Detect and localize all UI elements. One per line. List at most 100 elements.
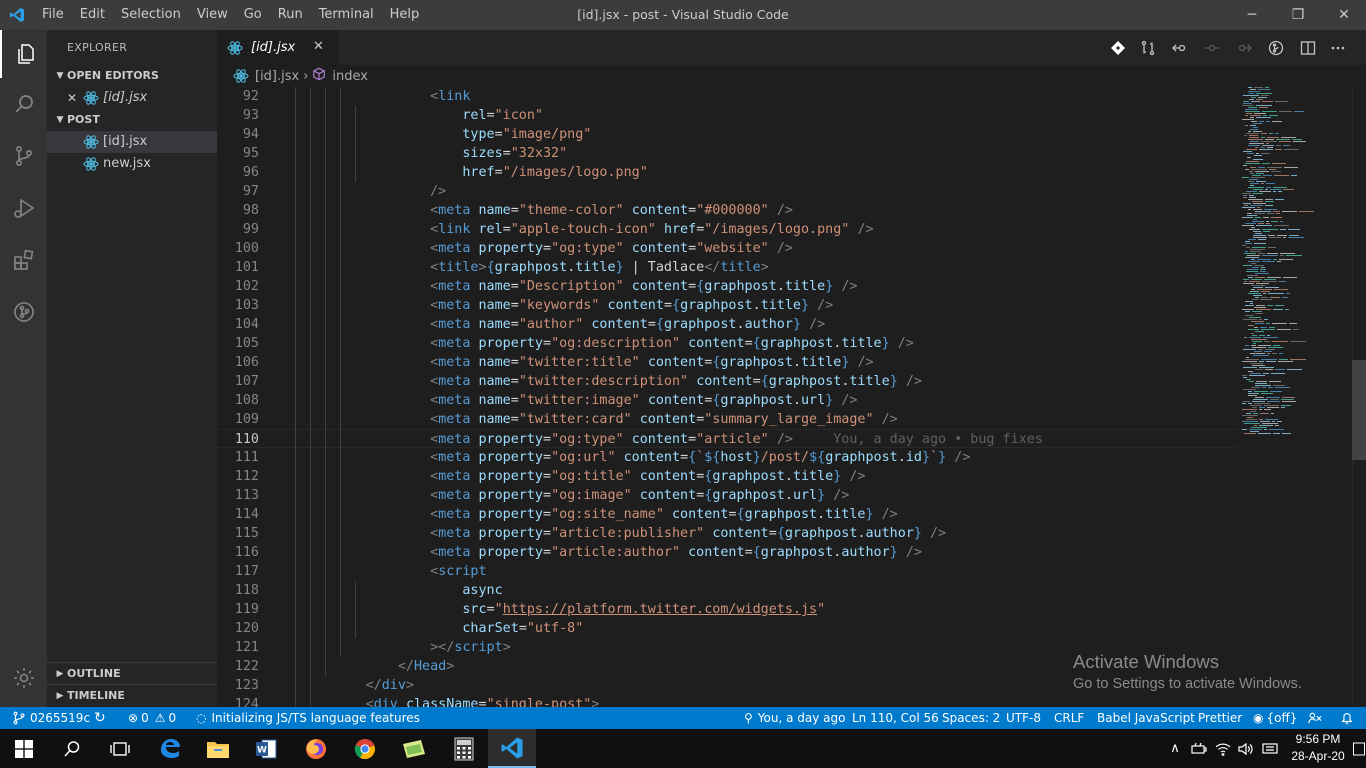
code-line[interactable]: 103 <meta name="keywords" content={graph… xyxy=(217,296,1237,315)
code-line[interactable]: 92 <link xyxy=(217,87,1237,106)
code-line[interactable]: 124 <div className="single-post"> xyxy=(217,695,1237,707)
code-line[interactable]: 112 <meta property="og:title" content={g… xyxy=(217,467,1237,486)
notifications-icon[interactable] xyxy=(1352,729,1366,768)
power-battery-icon[interactable] xyxy=(1188,729,1210,768)
code-line[interactable]: 99 <link rel="apple-touch-icon" href="/i… xyxy=(217,220,1237,239)
code-line[interactable]: 111 <meta property="og:url" content={`${… xyxy=(217,448,1237,467)
branch-status[interactable]: 0265519c xyxy=(12,707,90,729)
firefox-icon[interactable] xyxy=(292,729,340,768)
menu-help[interactable]: Help xyxy=(382,0,428,30)
code-line[interactable]: 98 <meta name="theme-color" content="#00… xyxy=(217,201,1237,220)
next-revision-icon[interactable] xyxy=(1235,39,1253,57)
code-line[interactable]: 101 <title>{graphpost.title} | Tadlace</… xyxy=(217,258,1237,277)
previous-revision-icon[interactable] xyxy=(1171,39,1189,57)
breadcrumb-file[interactable]: [id].jsx xyxy=(255,69,299,84)
open-editors-section[interactable]: ▼ OPEN EDITORS xyxy=(47,65,217,87)
outline-section[interactable]: ▶ OUTLINE xyxy=(47,663,217,685)
extensions-icon[interactable] xyxy=(0,236,47,284)
code-line[interactable]: 114 <meta property="og:site_name" conten… xyxy=(217,505,1237,524)
task-view-icon[interactable] xyxy=(96,729,144,768)
code-line[interactable]: 93 rel="icon" xyxy=(217,106,1237,125)
menu-terminal[interactable]: Terminal xyxy=(311,0,382,30)
code-line[interactable]: 113 <meta property="og:image" content={g… xyxy=(217,486,1237,505)
menu-run[interactable]: Run xyxy=(270,0,311,30)
calculator-icon[interactable] xyxy=(440,729,488,768)
code-line[interactable]: 106 <meta name="twitter:title" content={… xyxy=(217,353,1237,372)
git-lens-icon[interactable] xyxy=(1109,39,1127,57)
windows-start-icon[interactable] xyxy=(0,729,48,768)
code-line[interactable]: 102 <meta name="Description" content={gr… xyxy=(217,277,1237,296)
code-line[interactable]: 108 <meta name="twitter:image" content={… xyxy=(217,391,1237,410)
code-line[interactable]: 120 charSet="utf-8" xyxy=(217,619,1237,638)
prettier-status[interactable]: Prettier xyxy=(1198,707,1242,729)
code-line[interactable]: 119 src="https://platform.twitter.com/wi… xyxy=(217,600,1237,619)
code-line[interactable]: 109 <meta name="twitter:card" content="s… xyxy=(217,410,1237,429)
split-editor-icon[interactable] xyxy=(1299,39,1317,57)
scrollbar-thumb[interactable] xyxy=(1352,360,1366,460)
code-line[interactable]: 117 <script xyxy=(217,562,1237,581)
blame-toggle-icon[interactable] xyxy=(1267,39,1285,57)
code-line[interactable]: 118 async xyxy=(217,581,1237,600)
timeline-section[interactable]: ▶ TIMELINE xyxy=(47,685,217,707)
commit-icon[interactable] xyxy=(1203,39,1221,57)
menu-edit[interactable]: Edit xyxy=(72,0,113,30)
more-actions-icon[interactable] xyxy=(1329,39,1347,57)
photos-icon[interactable] xyxy=(390,729,438,768)
code-editor[interactable]: 92 <link 93 rel="icon" 94 type="image/png"… xyxy=(217,87,1366,707)
code-line[interactable]: 95 sizes="32x32" xyxy=(217,144,1237,163)
git-blame-status[interactable]: ⚲ You, a day ago xyxy=(744,707,845,729)
sync-icon[interactable]: ↻ xyxy=(94,707,106,729)
menu-selection[interactable]: Selection xyxy=(113,0,189,30)
open-editor-item[interactable]: ✕ [id].jsx xyxy=(47,87,217,109)
menu-go[interactable]: Go xyxy=(236,0,270,30)
problems-status[interactable]: ⊗ 0 ⚠ 0 xyxy=(128,707,176,729)
cursor-position[interactable]: Ln 110, Col 56 xyxy=(852,707,939,729)
chrome-icon[interactable] xyxy=(341,729,389,768)
gear-icon[interactable] xyxy=(0,654,47,702)
code-line[interactable]: 100 <meta property="og:type" content="we… xyxy=(217,239,1237,258)
language-mode[interactable]: Babel JavaScript xyxy=(1097,707,1195,729)
code-line[interactable]: 104 <meta name="author" content={graphpo… xyxy=(217,315,1237,334)
file-item-id-jsx[interactable]: [id].jsx xyxy=(47,131,217,153)
code-line[interactable]: 97 /> xyxy=(217,182,1237,201)
code-line[interactable]: 115 <meta property="article:publisher" c… xyxy=(217,524,1237,543)
language-keyboard-icon[interactable] xyxy=(1258,729,1282,768)
menu-view[interactable]: View xyxy=(189,0,236,30)
eol-status[interactable]: CRLF xyxy=(1054,707,1084,729)
code-line[interactable]: 96 href="/images/logo.png" xyxy=(217,163,1237,182)
menu-file[interactable]: File xyxy=(34,0,72,30)
code-line[interactable]: 94 type="image/png" xyxy=(217,125,1237,144)
breadcrumb-symbol[interactable]: index xyxy=(332,69,368,84)
search-icon[interactable] xyxy=(48,729,96,768)
word-icon[interactable]: W xyxy=(242,729,290,768)
notifications-bell-icon[interactable] xyxy=(1340,707,1354,729)
explorer-files-icon[interactable] xyxy=(0,30,47,78)
chevron-up-icon[interactable]: ∧ xyxy=(1166,729,1184,768)
code-line[interactable]: 110 <meta property="og:type" content="ar… xyxy=(217,429,1237,448)
language-progress-status[interactable]: ◌ Initializing JS/TS language features xyxy=(196,707,420,729)
vscode-taskbar-icon[interactable] xyxy=(488,729,536,768)
indentation-status[interactable]: Spaces: 2 xyxy=(942,707,1000,729)
file-item-new-jsx[interactable]: new.jsx xyxy=(47,153,217,175)
file-explorer-icon[interactable] xyxy=(194,729,242,768)
feedback-icon[interactable] xyxy=(1308,707,1322,729)
maximize-button[interactable]: ❐ xyxy=(1275,0,1321,30)
open-changes-icon[interactable] xyxy=(1139,39,1157,57)
minimize-button[interactable]: ─ xyxy=(1229,0,1275,30)
search-icon[interactable] xyxy=(0,80,47,128)
network-icon[interactable] xyxy=(1212,729,1234,768)
run-debug-icon[interactable] xyxy=(0,184,47,232)
code-line[interactable]: 107 <meta name="twitter:description" con… xyxy=(217,372,1237,391)
close-icon[interactable]: ✕ xyxy=(67,87,83,109)
encoding-status[interactable]: UTF-8 xyxy=(1006,707,1041,729)
tab-id-jsx[interactable]: [id].jsx ✕ xyxy=(217,30,339,65)
tab-close-icon[interactable]: ✕ xyxy=(313,39,324,54)
volume-icon[interactable] xyxy=(1236,729,1256,768)
edge-icon[interactable] xyxy=(146,729,194,768)
close-window-button[interactable]: ✕ xyxy=(1321,0,1366,30)
code-line[interactable]: 116 <meta property="article:author" cont… xyxy=(217,543,1237,562)
timeline-git-icon[interactable] xyxy=(0,288,47,336)
minimap[interactable] xyxy=(1240,87,1352,447)
post-folder-section[interactable]: ▼ POST xyxy=(47,109,217,131)
live-server-status[interactable]: ◉ {off} xyxy=(1253,707,1297,729)
